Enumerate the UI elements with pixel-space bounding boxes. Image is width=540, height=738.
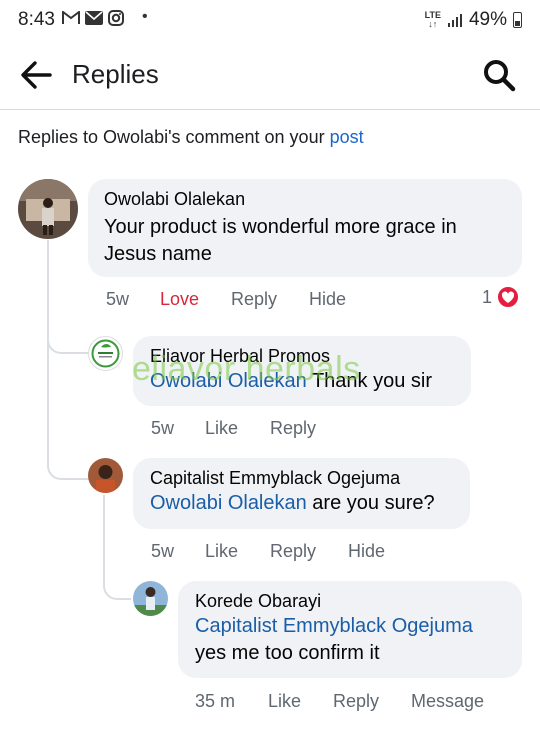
comment-time: 5w bbox=[151, 418, 175, 438]
profile-photo bbox=[133, 581, 168, 616]
reply-button[interactable]: Reply bbox=[333, 691, 411, 712]
app-header: Replies bbox=[0, 44, 540, 110]
comment-text: yes me too confirm it bbox=[195, 642, 380, 664]
comment-text: Owolabi Olalekan Thank you sir bbox=[150, 368, 454, 395]
status-dot: • bbox=[142, 8, 148, 25]
comment-actions: 5w Love Reply Hide bbox=[106, 289, 346, 310]
love-button[interactable]: Love bbox=[160, 289, 231, 310]
comment-author[interactable]: Capitalist Emmyblack Ogejuma bbox=[150, 468, 453, 489]
status-bar: 8:43 • LTE ↓↑ 49% bbox=[0, 0, 540, 40]
signal-icon bbox=[447, 14, 462, 27]
profile-photo bbox=[88, 458, 123, 493]
comment-bubble[interactable]: Korede Obarayi Capitalist Emmyblack Ogej… bbox=[178, 581, 522, 678]
arrow-left-icon bbox=[21, 61, 52, 89]
comment-author[interactable]: Owolabi Olalekan bbox=[104, 189, 506, 210]
message-button[interactable]: Message bbox=[411, 691, 484, 712]
comment-time: 35 m bbox=[195, 691, 236, 711]
heart-icon bbox=[496, 285, 521, 309]
context-text: Replies to Owolabi's comment on your bbox=[18, 127, 330, 147]
gmail-icon bbox=[62, 11, 80, 24]
search-button[interactable] bbox=[482, 58, 516, 92]
page-title: Replies bbox=[72, 59, 159, 89]
avatar[interactable] bbox=[133, 581, 168, 616]
comment-bubble[interactable]: Owolabi Olalekan Your product is wonderf… bbox=[88, 179, 522, 277]
thread-connector bbox=[47, 440, 89, 480]
post-link[interactable]: post bbox=[330, 127, 364, 147]
mention-link[interactable]: Capitalist Emmyblack Ogejuma bbox=[195, 613, 505, 640]
comment-body: are you sure? bbox=[306, 492, 435, 514]
back-button[interactable] bbox=[18, 57, 54, 93]
like-button[interactable]: Like bbox=[268, 691, 333, 712]
notification-icons bbox=[62, 10, 124, 26]
status-right: LTE ↓↑ 49% bbox=[425, 9, 522, 31]
battery-percent: 49% bbox=[468, 9, 507, 30]
eliavor-logo bbox=[91, 339, 120, 368]
comment-actions: 5w Like Reply bbox=[151, 418, 316, 439]
avatar[interactable] bbox=[88, 336, 123, 371]
comment-body: Thank you sir bbox=[306, 370, 432, 392]
thread-line bbox=[103, 495, 105, 575]
comment-bubble[interactable]: Eliavor Herbal Promos Owolabi Olalekan T… bbox=[133, 336, 471, 406]
lte-icon: LTE ↓↑ bbox=[424, 10, 441, 29]
comment-bubble[interactable]: Capitalist Emmyblack Ogejuma Owolabi Ola… bbox=[133, 458, 470, 529]
instagram-icon bbox=[108, 10, 124, 26]
search-icon bbox=[484, 60, 516, 92]
reaction-number: 1 bbox=[482, 286, 493, 307]
hide-button[interactable]: Hide bbox=[309, 289, 346, 310]
status-time: 8:43 bbox=[18, 9, 55, 30]
thread-line bbox=[47, 240, 49, 458]
reaction-count[interactable]: 1 bbox=[482, 285, 521, 309]
reply-button[interactable]: Reply bbox=[270, 418, 316, 439]
mention-link[interactable]: Owolabi Olalekan bbox=[150, 492, 307, 514]
replies-context: Replies to Owolabi's comment on your pos… bbox=[18, 127, 364, 148]
thread-connector bbox=[47, 318, 89, 354]
avatar[interactable] bbox=[18, 179, 78, 239]
mail-icon bbox=[85, 11, 103, 25]
avatar[interactable] bbox=[88, 458, 123, 493]
profile-photo bbox=[18, 179, 78, 239]
comment-text: Owolabi Olalekan are you sure? bbox=[150, 490, 453, 517]
thread-connector bbox=[103, 568, 131, 600]
comment-text: Your product is wonderful more grace in … bbox=[104, 216, 457, 265]
comment-author[interactable]: Korede Obarayi bbox=[195, 591, 505, 612]
comment-author[interactable]: Eliavor Herbal Promos bbox=[150, 346, 454, 367]
like-button[interactable]: Like bbox=[205, 418, 270, 439]
battery-icon bbox=[513, 12, 522, 28]
reply-button[interactable]: Reply bbox=[231, 289, 309, 310]
mention-link[interactable]: Owolabi Olalekan bbox=[150, 370, 307, 392]
comment-actions: 35 m Like Reply Message bbox=[195, 691, 484, 712]
comment-time: 5w bbox=[106, 289, 130, 309]
hide-button[interactable]: Hide bbox=[348, 541, 385, 562]
comment-time: 5w bbox=[151, 541, 175, 561]
comment-actions: 5w Like Reply Hide bbox=[151, 541, 385, 562]
reply-button[interactable]: Reply bbox=[270, 541, 348, 562]
like-button[interactable]: Like bbox=[205, 541, 270, 562]
